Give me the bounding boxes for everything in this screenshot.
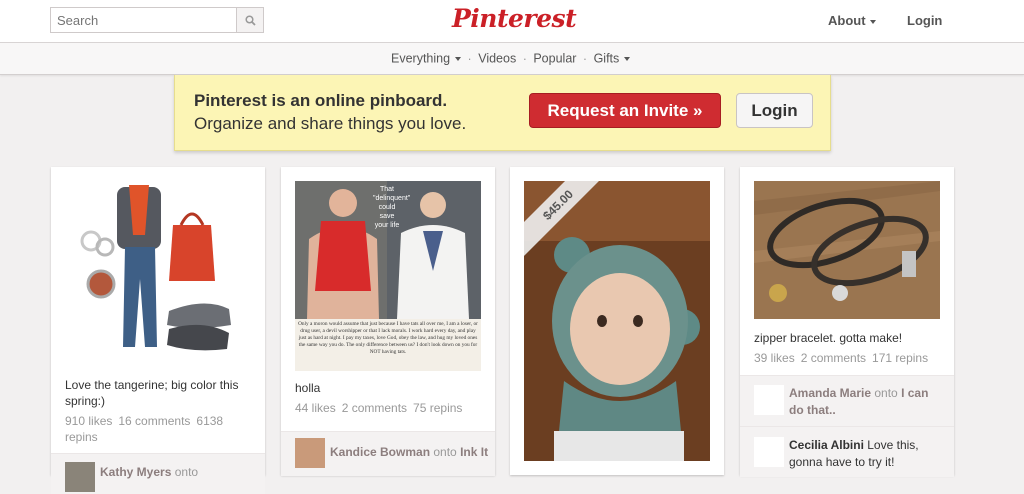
search-button[interactable]: [236, 8, 263, 32]
attribution-text: Kandice Bowman onto Ink It: [330, 444, 490, 461]
attribution-user[interactable]: Kandice Bowman: [330, 445, 430, 459]
invite-banner: Pinterest is an online pinboard. Organiz…: [174, 75, 831, 151]
banner-login-button[interactable]: Login: [736, 93, 813, 128]
attribution-onto: onto: [174, 465, 199, 479]
comments-count: 2 comments: [800, 351, 867, 365]
avatar[interactable]: [754, 437, 784, 467]
caret-down-icon: [869, 19, 876, 24]
comment-onto: onto: [874, 386, 898, 400]
comments-count: 16 comments: [118, 414, 191, 428]
pin-card: Love the tangerine; big color this sprin…: [51, 167, 265, 494]
likes-count: 910 likes: [65, 414, 113, 428]
comments-count: 2 comments: [341, 401, 408, 415]
nav-separator: ·: [582, 51, 588, 66]
nav-popular[interactable]: Popular: [533, 52, 576, 66]
nav-videos[interactable]: Videos: [478, 52, 516, 66]
repins-count: 75 repins: [413, 401, 463, 415]
pin-image[interactable]: $45.00: [524, 181, 710, 461]
pin-stats: 44 likes 2 comments 75 repins: [295, 400, 481, 416]
header-login-link[interactable]: Login: [907, 13, 942, 28]
nav-everything-label: Everything: [391, 52, 451, 67]
photo-image: [754, 181, 940, 319]
attribution-onto: onto: [433, 445, 457, 459]
caret-down-icon: [624, 57, 631, 62]
nav-separator: ·: [522, 51, 527, 66]
search-box: [50, 7, 264, 33]
pin-description: Love the tangerine; big color this sprin…: [65, 378, 239, 408]
pin-image[interactable]: That "delinquent" could save your life O…: [295, 181, 481, 371]
category-nav: Everything · Videos · Popular · Gifts: [0, 43, 1024, 75]
caret-down-icon: [455, 57, 462, 62]
pin-card: That "delinquent" could save your life O…: [281, 167, 495, 476]
comment-user[interactable]: Amanda Marie: [789, 386, 871, 400]
nav-gifts-label: Gifts: [593, 52, 620, 67]
pin-description: zipper bracelet. gotta make!: [754, 331, 903, 345]
search-icon: [244, 14, 256, 26]
pinterest-logo[interactable]: Pinterest: [452, 4, 577, 33]
pin-stats: 910 likes 16 comments 6138 repins: [65, 413, 251, 445]
pin-stats: 39 likes 2 comments 171 repins: [754, 350, 940, 366]
outfit-collage-image: [80, 185, 231, 351]
likes-count: 39 likes: [754, 351, 795, 365]
comment-text: Amanda Marie onto I can do that..: [789, 385, 945, 419]
nav-gifts[interactable]: Gifts: [593, 51, 631, 67]
nav-everything[interactable]: Everything: [391, 51, 462, 67]
pin-image[interactable]: [754, 181, 940, 319]
search-input[interactable]: [51, 8, 239, 32]
pin-card: zipper bracelet. gotta make! 39 likes 2 c…: [740, 167, 954, 477]
pin-comment: Amanda Marie onto I can do that..: [740, 375, 954, 426]
pin-attribution: Kandice Bowman onto Ink It: [281, 431, 495, 476]
attribution-user[interactable]: Kathy Myers: [100, 465, 171, 479]
about-menu[interactable]: About: [828, 13, 876, 28]
image-text: Only a moron would assume that just beca…: [298, 321, 478, 355]
request-invite-button[interactable]: Request an Invite »: [529, 93, 721, 128]
nav-separator: ·: [467, 51, 472, 66]
pin-attribution: Kathy Myers onto: [51, 453, 265, 494]
banner-headline: Pinterest is an online pinboard.: [194, 91, 448, 110]
pin-image[interactable]: [65, 179, 251, 367]
avatar[interactable]: [65, 462, 95, 492]
repins-count: 171 repins: [872, 351, 929, 365]
pin-card: $45.00: [510, 167, 724, 475]
likes-count: 44 likes: [295, 401, 336, 415]
attribution-board[interactable]: Ink It: [460, 445, 488, 459]
top-header: Pinterest About Login: [0, 0, 1024, 43]
comment-user[interactable]: Cecilia Albini: [789, 438, 864, 452]
attribution-text: Kathy Myers onto: [100, 464, 198, 481]
avatar[interactable]: [754, 385, 784, 415]
banner-subline: Organize and share things you love.: [194, 114, 467, 133]
pin-comment: Cecilia Albini Love this, gonna have to …: [740, 426, 954, 477]
comment-text: Cecilia Albini Love this, gonna have to …: [789, 437, 945, 471]
about-label: About: [828, 13, 866, 28]
pin-description: holla: [295, 381, 321, 395]
image-caption: That "delinquent" could save your life: [373, 186, 411, 229]
avatar[interactable]: [295, 438, 325, 468]
